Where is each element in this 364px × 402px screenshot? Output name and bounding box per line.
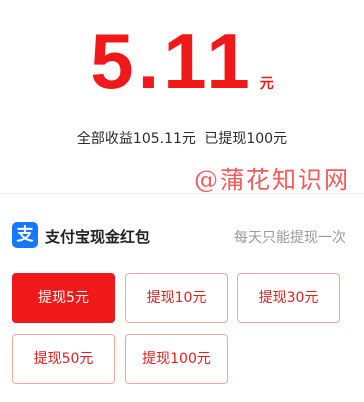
withdraw-option-5[interactable]: 提现5元 bbox=[12, 273, 115, 323]
balance-header: 5.11 元 全部收益105.11元 已提现100元 @蒲花知识网 bbox=[0, 0, 364, 194]
balance-unit: 元 bbox=[259, 76, 274, 92]
section-title: 支付宝现金红包 bbox=[45, 228, 151, 246]
withdraw-option-10[interactable]: 提现10元 bbox=[125, 273, 228, 323]
withdrawn-label: 已提现100元 bbox=[204, 131, 288, 147]
balance-amount-row: 5.11 元 bbox=[0, 22, 364, 100]
divider bbox=[0, 193, 364, 194]
withdraw-option-30[interactable]: 提现30元 bbox=[237, 273, 340, 323]
withdraw-limit-hint: 每天只能提现一次 bbox=[234, 230, 346, 246]
balance-amount: 5.11 bbox=[90, 17, 254, 105]
withdraw-option-100[interactable]: 提现100元 bbox=[125, 334, 228, 384]
withdraw-option-50[interactable]: 提现50元 bbox=[12, 334, 115, 384]
total-earnings-label: 全部收益105.11元 bbox=[76, 131, 196, 147]
earnings-summary: 全部收益105.11元 已提现100元 bbox=[0, 128, 364, 148]
alipay-icon: 支 bbox=[12, 222, 38, 248]
alipay-section-header: 支 支付宝现金红包 每天只能提现一次 bbox=[0, 222, 364, 252]
watermark: @蒲花知识网 bbox=[194, 166, 350, 194]
